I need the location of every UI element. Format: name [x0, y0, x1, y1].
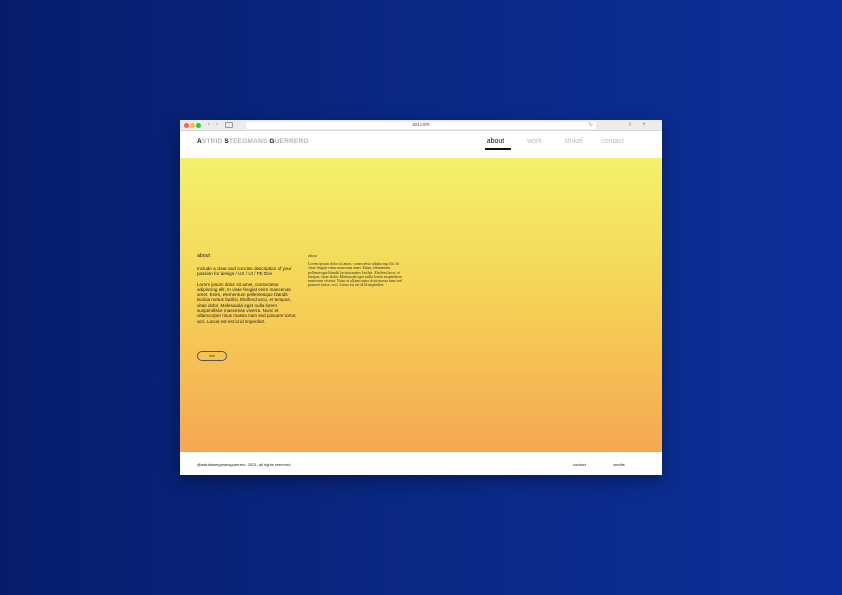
close-window-button[interactable]: [184, 123, 189, 128]
copyright-text: @astridsteegmansguerrero, 2021, all righ…: [197, 462, 291, 467]
site-footer: @astridsteegmansguerrero, 2021, all righ…: [180, 452, 662, 475]
nav-strikel[interactable]: strikel: [554, 138, 593, 145]
address-bar[interactable]: asl.com ↻: [246, 122, 596, 129]
nav-about[interactable]: about: [476, 138, 515, 150]
about-text: Include a clear and concise description …: [197, 266, 299, 329]
about-intro: Include a clear and concise description …: [197, 266, 292, 277]
footer-credits-link[interactable]: credits: [613, 462, 625, 467]
logo-word-astrid: STRID: [201, 138, 225, 145]
column2-heading: about: [308, 253, 318, 258]
column2-text: Lorem ipsum dolor sit amet, consectetur …: [308, 262, 403, 288]
maximize-window-button[interactable]: [196, 123, 201, 128]
hero-section: about Include a clear and concise descri…: [180, 158, 662, 452]
footer-contact-link[interactable]: contact: [573, 462, 586, 467]
share-icon[interactable]: ⇪: [626, 122, 634, 129]
logo-word-guerrero: UERRERO: [274, 138, 309, 145]
browser-toolbar: ‹ › asl.com ↻ ⇪ +: [180, 120, 662, 131]
forward-icon[interactable]: ›: [213, 122, 221, 129]
minimize-window-button[interactable]: [190, 123, 195, 128]
logo-word-steegmans: TEEGMANS: [228, 138, 270, 145]
nav-contact[interactable]: contact: [593, 138, 632, 145]
info-button[interactable]: info: [197, 351, 227, 361]
nav-work[interactable]: work: [515, 138, 554, 145]
site-logo[interactable]: ASTRID STEEGMANS GUERRERO: [197, 138, 309, 145]
main-nav: about work strikel contact: [476, 138, 632, 150]
sidebar-icon[interactable]: [225, 122, 233, 128]
browser-window: ‹ › asl.com ↻ ⇪ + ASTRID STEEGMANS GUERR…: [180, 120, 662, 475]
site-header: ASTRID STEEGMANS GUERRERO about work str…: [180, 131, 662, 158]
about-heading: about: [197, 253, 210, 259]
back-icon[interactable]: ‹: [205, 122, 213, 129]
new-tab-icon[interactable]: +: [640, 122, 648, 129]
reload-icon[interactable]: ↻: [589, 122, 593, 129]
about-paragraph: Lorem ipsum dolor sit amet, consectetur …: [197, 281, 297, 324]
url-text: asl.com: [412, 122, 430, 128]
